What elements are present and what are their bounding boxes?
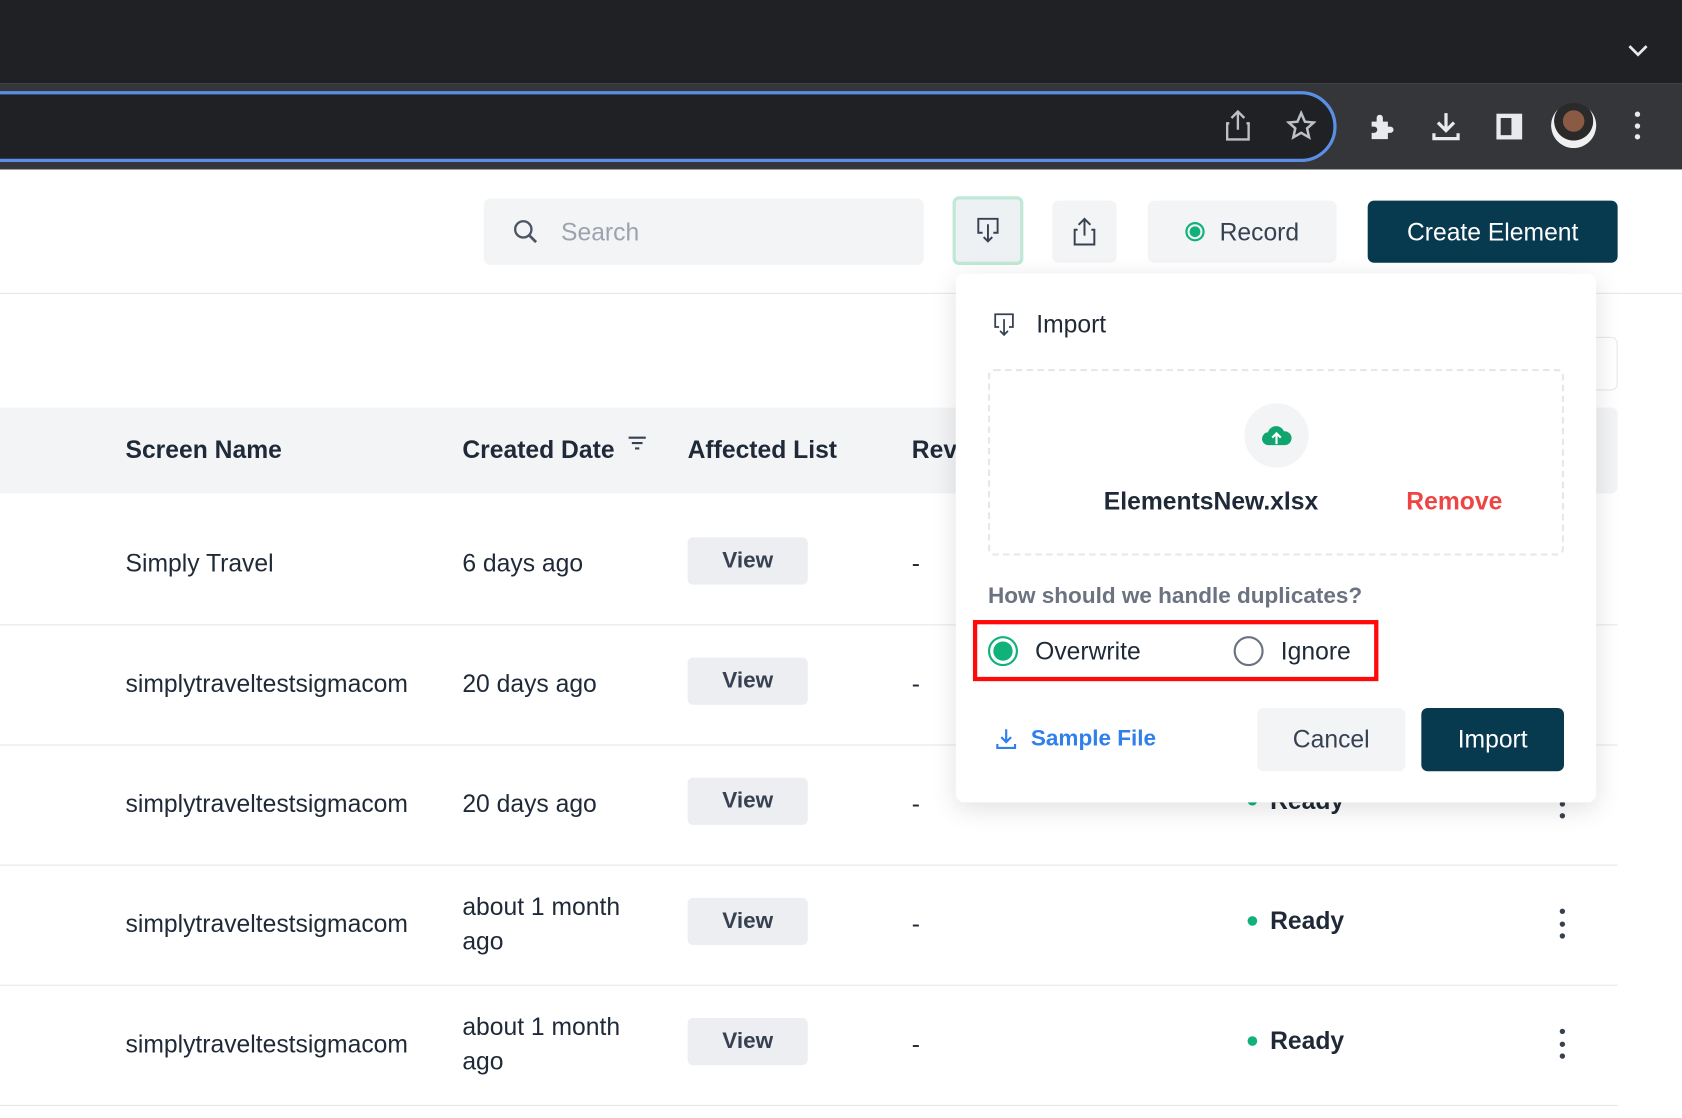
view-affected-button[interactable]: View [687,1017,808,1066]
search-input[interactable] [561,217,883,247]
column-affected-list[interactable]: Affected List [688,436,837,465]
radio-label: Overwrite [1035,636,1141,665]
file-drop-zone[interactable]: ElementsNew.xlsx Remove [987,369,1564,556]
sample-file-label: Sample File [1030,726,1157,751]
search-box[interactable] [483,198,924,265]
view-affected-button[interactable]: View [687,897,808,946]
status-label: Ready [1270,1026,1345,1055]
download-icon [996,729,1017,750]
status-label: Ready [1270,906,1345,935]
create-element-button[interactable]: Create Element [1367,200,1618,263]
radio-unchecked-icon[interactable] [1233,636,1264,667]
screen-name: simplytraveltestsigmacom [125,789,408,818]
created-date: about 1 month ago [462,892,621,955]
created-date: 20 days ago [462,669,597,698]
rev-value: - [911,909,921,938]
import-popover: Import ElementsNew.xlsx Remove How shoul… [955,273,1597,803]
table-row[interactable]: simplytraveltestsigmacom about 1 month ag… [0,866,1618,986]
export-icon [1073,217,1096,246]
tab-list-chevron-icon[interactable] [1622,36,1654,64]
column-screen-name[interactable]: Screen Name [126,436,282,465]
profile-avatar[interactable] [1551,102,1597,149]
table-row[interactable]: simplytraveltestsigmacom about 1 month ag… [0,986,1618,1106]
column-rev[interactable]: Rev [912,436,957,465]
status-badge: Ready [1248,1026,1345,1056]
browser-menu-icon[interactable] [1626,107,1647,143]
radio-label: Ignore [1280,636,1351,665]
extensions-icon[interactable] [1364,109,1398,143]
record-label: Record [1219,217,1300,246]
share-icon[interactable] [1221,107,1255,143]
screen-name: simplytraveltestsigmacom [125,909,408,938]
rev-value: - [911,1029,921,1058]
upload-cloud-icon [1244,403,1309,468]
record-icon [1185,222,1205,242]
import-button[interactable] [952,196,1024,265]
popover-title: Import [1036,310,1107,338]
download-icon[interactable] [1427,107,1466,146]
address-bar[interactable] [0,91,1337,162]
row-menu-icon[interactable] [1551,904,1572,943]
rev-value: - [911,669,921,698]
created-date: 20 days ago [462,789,597,818]
duplicates-question: How should we handle duplicates? [987,583,1363,609]
screen-name: Simply Travel [125,549,274,578]
column-label: Created Date [462,435,615,464]
rev-value: - [911,789,921,818]
remove-file-link[interactable]: Remove [1406,487,1502,516]
file-name: ElementsNew.xlsx [1103,487,1319,515]
radio-checked-icon[interactable] [987,636,1018,667]
browser-tab-bar [0,0,1682,84]
import-icon [977,217,999,243]
rev-value: - [911,549,921,578]
sample-file-link[interactable]: Sample File [994,726,1156,752]
sort-icon[interactable] [627,436,646,453]
view-affected-button[interactable]: View [687,537,808,585]
search-icon [514,220,538,244]
import-icon [994,313,1014,337]
view-affected-button[interactable]: View [687,657,808,705]
export-button[interactable] [1052,200,1117,263]
radio-ignore[interactable]: Ignore [1233,636,1351,667]
record-button[interactable]: Record [1147,200,1337,263]
screen-name: simplytraveltestsigmacom [125,669,408,698]
status-badge: Ready [1248,906,1345,935]
view-affected-button[interactable]: View [687,777,808,825]
row-menu-icon[interactable] [1551,1024,1572,1063]
cancel-button[interactable]: Cancel [1257,707,1406,772]
radio-overwrite[interactable]: Overwrite [987,636,1141,667]
created-date: 6 days ago [462,549,584,578]
import-submit-button[interactable]: Import [1421,707,1564,772]
bookmark-star-icon[interactable] [1283,107,1319,143]
side-panel-icon[interactable] [1493,109,1525,143]
screen-name: simplytraveltestsigmacom [125,1029,408,1058]
created-date: about 1 month ago [462,1012,621,1075]
column-created-date[interactable]: Created Date [462,436,646,465]
